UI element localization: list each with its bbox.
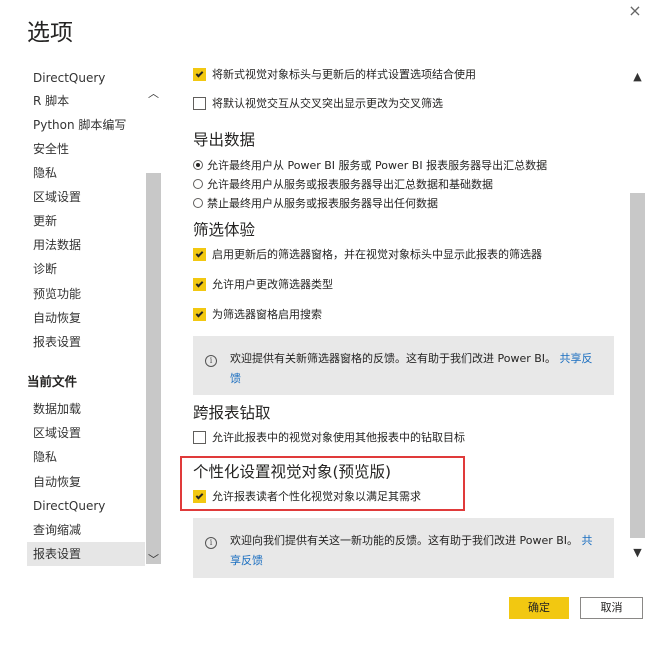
option-label: 将新式视觉对象标头与更新后的样式设置选项结合使用 xyxy=(212,68,476,81)
nav-item-r-script[interactable]: R 脚本 xyxy=(27,89,145,113)
nav-item-auto-recovery-current[interactable]: 自动恢复 xyxy=(27,470,145,494)
checkbox-unchecked[interactable] xyxy=(193,97,206,110)
nav-item-directquery-current[interactable]: DirectQuery xyxy=(27,494,145,518)
option-label: 允许用户更改筛选器类型 xyxy=(212,278,333,291)
filter-feedback-box: i 欢迎提供有关新筛选器窗格的反馈。这有助于我们改进 Power BI。 共享反… xyxy=(193,336,614,395)
info-icon: i xyxy=(205,537,217,549)
nav-scrollbar[interactable]: ︿ ﹀ xyxy=(145,75,162,572)
option-label: 允许此报表中的视觉对象使用其他报表中的钻取目标 xyxy=(212,431,465,444)
nav-item-data-load[interactable]: 数据加载 xyxy=(27,397,145,421)
feedback-text: 欢迎提供有关新筛选器窗格的反馈。这有助于我们改进 Power BI。 共享反馈 xyxy=(230,349,600,389)
highlight-box xyxy=(180,456,465,511)
nav-item-python[interactable]: Python 脚本编写 xyxy=(27,113,145,137)
feedback-message: 欢迎提供有关新筛选器窗格的反馈。这有助于我们改进 Power BI。 xyxy=(230,352,557,365)
section-title-drillthrough: 跨报表钻取 xyxy=(193,404,271,422)
chevron-down-icon[interactable]: ▼ xyxy=(629,544,646,562)
nav-item-directquery[interactable]: DirectQuery xyxy=(27,66,145,90)
radio-selected[interactable] xyxy=(193,160,203,170)
dialog-title: 选项 xyxy=(27,20,73,46)
nav-section-current-file: 当前文件 xyxy=(27,374,78,389)
nav-item-usage-data[interactable]: 用法数据 xyxy=(27,233,145,257)
content-scroll-thumb[interactable] xyxy=(630,193,645,538)
nav-item-report-settings-global[interactable]: 报表设置 xyxy=(27,330,145,354)
nav-item-report-settings-current[interactable]: 报表设置 xyxy=(27,542,145,566)
option-label: 允许最终用户从服务或报表服务器导出汇总数据和基础数据 xyxy=(207,178,493,191)
checkbox-checked[interactable] xyxy=(193,308,206,321)
checkbox-checked[interactable] xyxy=(193,248,206,261)
chevron-up-icon[interactable]: ︿ xyxy=(145,85,162,103)
chevron-down-icon[interactable]: ﹀ xyxy=(145,551,162,569)
option-label: 允许最终用户从 Power BI 服务或 Power BI 报表服务器导出汇总数… xyxy=(207,159,548,172)
nav-item-regional[interactable]: 区域设置 xyxy=(27,185,145,209)
options-nav: DirectQuery R 脚本 Python 脚本编写 安全性 隐私 区域设置… xyxy=(27,66,163,572)
nav-item-privacy[interactable]: 隐私 xyxy=(27,161,145,185)
nav-item-privacy-current[interactable]: 隐私 xyxy=(27,445,145,469)
option-label: 禁止最终用户从服务或报表服务器导出任何数据 xyxy=(207,197,438,210)
checkbox-checked[interactable] xyxy=(193,68,206,81)
personalize-feedback-box: i 欢迎向我们提供有关这一新功能的反馈。这有助于我们改进 Power BI。 共… xyxy=(193,518,614,578)
nav-item-diagnostics[interactable]: 诊断 xyxy=(27,257,145,281)
option-label: 将默认视觉交互从交叉突出显示更改为交叉筛选 xyxy=(212,97,443,110)
nav-item-updates[interactable]: 更新 xyxy=(27,209,145,233)
feedback-message: 欢迎向我们提供有关这一新功能的反馈。这有助于我们改进 Power BI。 xyxy=(230,534,579,547)
close-icon[interactable]: × xyxy=(628,1,641,20)
checkbox-checked[interactable] xyxy=(193,278,206,291)
info-icon: i xyxy=(205,355,217,367)
chevron-up-icon[interactable]: ▲ xyxy=(629,68,646,86)
nav-item-auto-recovery[interactable]: 自动恢复 xyxy=(27,306,145,330)
radio-unselected[interactable] xyxy=(193,179,203,189)
checkbox-unchecked[interactable] xyxy=(193,431,206,444)
option-label: 启用更新后的筛选器窗格，并在视觉对象标头中显示此报表的筛选器 xyxy=(212,248,542,261)
section-title-filter: 筛选体验 xyxy=(193,221,256,239)
nav-item-preview-features[interactable]: 预览功能 xyxy=(27,282,145,306)
radio-unselected[interactable] xyxy=(193,198,203,208)
content-scrollbar[interactable]: ▲ ▼ xyxy=(629,66,646,572)
feedback-text: 欢迎向我们提供有关这一新功能的反馈。这有助于我们改进 Power BI。 共享反… xyxy=(230,531,600,571)
cancel-button[interactable]: 取消 xyxy=(580,597,643,619)
close-button[interactable]: × xyxy=(624,0,646,22)
nav-item-security[interactable]: 安全性 xyxy=(27,137,145,161)
nav-item-regional-current[interactable]: 区域设置 xyxy=(27,421,145,445)
ok-button[interactable]: 确定 xyxy=(509,597,569,619)
section-title-export: 导出数据 xyxy=(193,131,256,149)
option-label: 为筛选器窗格启用搜索 xyxy=(212,308,322,321)
nav-item-query-reduction[interactable]: 查询缩减 xyxy=(27,518,145,542)
nav-scroll-thumb[interactable] xyxy=(146,173,161,564)
